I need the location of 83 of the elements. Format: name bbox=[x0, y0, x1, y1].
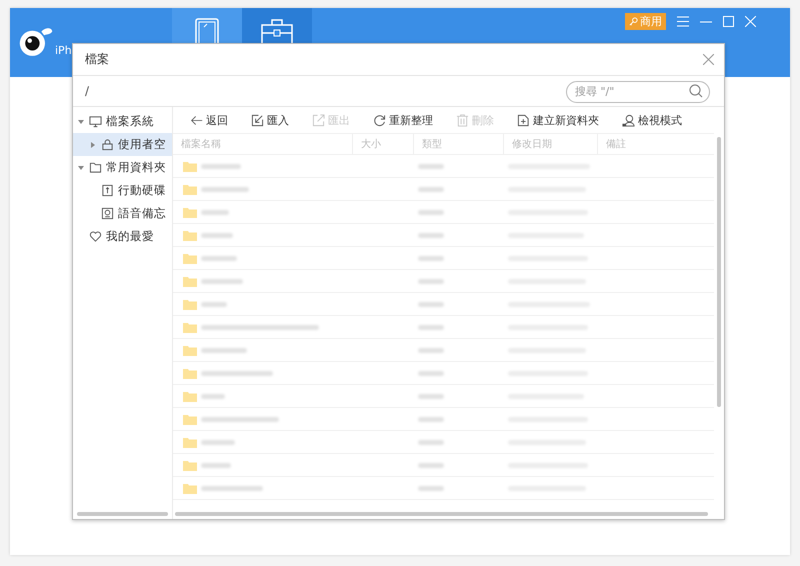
search-icon[interactable] bbox=[689, 84, 703, 98]
blurred-text bbox=[418, 440, 444, 444]
folder-icon bbox=[89, 161, 102, 174]
blurred-text bbox=[418, 256, 444, 260]
caret-down-icon[interactable] bbox=[77, 118, 85, 124]
blurred-text bbox=[201, 370, 273, 376]
back-arrow-icon bbox=[190, 114, 203, 126]
blurred-text bbox=[201, 232, 233, 238]
scrollbar[interactable] bbox=[77, 512, 168, 516]
folder-icon bbox=[183, 206, 197, 218]
blurred-text bbox=[201, 278, 243, 284]
maximize-icon[interactable] bbox=[723, 16, 734, 27]
caret-right-icon[interactable] bbox=[89, 142, 97, 148]
folder-icon bbox=[183, 414, 197, 424]
folder-icon bbox=[183, 482, 197, 494]
folder-icon bbox=[183, 368, 197, 378]
monitor-icon bbox=[89, 115, 102, 128]
menu-icon[interactable] bbox=[677, 16, 689, 27]
export-icon bbox=[312, 114, 325, 126]
blurred-text bbox=[201, 186, 249, 192]
usb-drive-icon bbox=[101, 184, 114, 197]
path-label: / bbox=[85, 84, 90, 98]
blurred-text bbox=[418, 348, 444, 352]
folder-icon bbox=[183, 390, 197, 402]
blurred-text bbox=[201, 462, 231, 468]
tree-item[interactable]: 語音備忘 bbox=[73, 202, 172, 225]
blurred-text bbox=[418, 462, 444, 468]
app-name: iPh bbox=[55, 44, 72, 59]
blurred-text bbox=[201, 164, 241, 168]
blurred-text bbox=[418, 416, 444, 422]
toolbar-button[interactable]: 建立新資料夾 bbox=[512, 110, 604, 130]
blurred-text bbox=[418, 210, 444, 214]
refresh-icon bbox=[373, 114, 386, 126]
blurred-text bbox=[418, 232, 444, 238]
blurred-text bbox=[418, 186, 444, 192]
blurred-text bbox=[201, 394, 225, 398]
trash-icon bbox=[456, 114, 469, 126]
blurred-text bbox=[418, 394, 444, 398]
blurred-text bbox=[201, 348, 247, 352]
folder-icon bbox=[183, 322, 197, 332]
close-icon[interactable] bbox=[703, 54, 714, 65]
folder-icon bbox=[183, 160, 197, 172]
search-field[interactable]: 搜尋 "/" bbox=[566, 80, 710, 102]
folder-icon bbox=[183, 230, 197, 240]
toolbar-button[interactable]: 返回 bbox=[185, 110, 233, 130]
voice-memo-icon bbox=[101, 207, 114, 220]
folder-icon bbox=[183, 298, 197, 310]
tree-item[interactable]: 檔案系統 bbox=[73, 110, 172, 133]
blurred-text bbox=[418, 324, 444, 330]
person-icon bbox=[622, 114, 635, 126]
blurred-text bbox=[201, 256, 237, 260]
blurred-text bbox=[201, 440, 235, 444]
blurred-text bbox=[418, 164, 444, 168]
toolbar-button[interactable]: 匯入 bbox=[246, 110, 294, 130]
lock-icon bbox=[101, 138, 114, 151]
folder-icon bbox=[183, 276, 197, 286]
blurred-text bbox=[201, 486, 263, 490]
tree-item[interactable]: 使用者空 bbox=[73, 133, 172, 156]
scrollbar[interactable] bbox=[175, 512, 708, 516]
import-icon bbox=[251, 114, 264, 126]
new-folder-icon bbox=[517, 114, 530, 126]
minimize-icon[interactable] bbox=[700, 20, 712, 22]
toolbar-button[interactable]: 重新整理 bbox=[368, 110, 438, 130]
folder-icon bbox=[183, 184, 197, 194]
heart-icon bbox=[89, 230, 102, 243]
scrollbar[interactable] bbox=[717, 137, 721, 407]
blurred-text bbox=[418, 486, 444, 490]
blurred-text bbox=[418, 278, 444, 284]
blurred-text bbox=[418, 370, 444, 376]
folder-icon bbox=[183, 344, 197, 356]
toolbar-button[interactable]: 檢視模式 bbox=[617, 110, 687, 130]
blurred-text bbox=[418, 302, 444, 306]
folder-icon bbox=[183, 436, 197, 448]
tree-item[interactable]: 我的最愛 bbox=[73, 225, 172, 248]
tree-item[interactable]: 常用資料夾 bbox=[73, 156, 172, 179]
eye-logo-icon bbox=[18, 26, 54, 57]
dialog-title: 檔案 bbox=[85, 51, 109, 68]
blurred-text bbox=[201, 302, 227, 306]
blurred-text bbox=[201, 210, 229, 214]
folder-icon bbox=[183, 252, 197, 264]
tree-item[interactable]: 行動硬碟 bbox=[73, 179, 172, 202]
caret-down-icon[interactable] bbox=[77, 164, 85, 170]
folder-icon bbox=[183, 460, 197, 470]
